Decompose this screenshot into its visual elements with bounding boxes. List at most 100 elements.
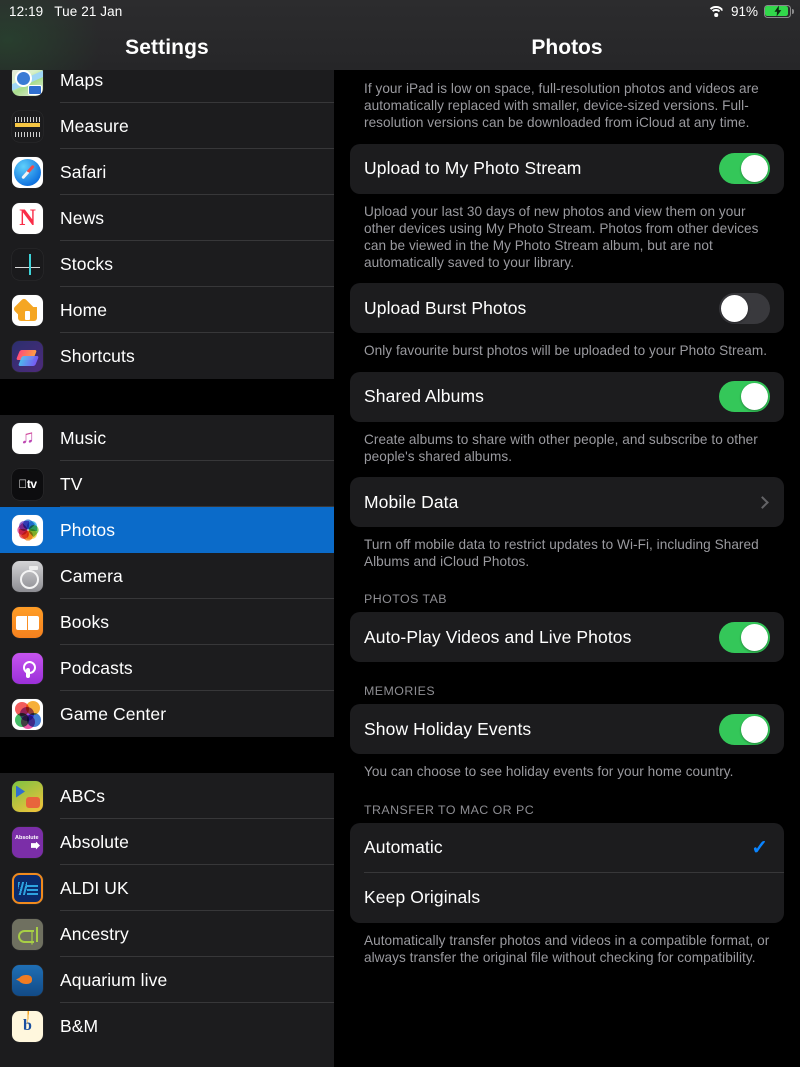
chevron-right-icon bbox=[756, 495, 769, 509]
upload-photo-stream-toggle[interactable] bbox=[719, 153, 770, 185]
mobile-data-card: Mobile Data bbox=[350, 477, 784, 528]
sidebar-group: Maps Measure Safari News Stocks Home Shortcuts bbox=[0, 57, 334, 379]
sidebar-item-safari[interactable]: Safari bbox=[0, 149, 334, 195]
aldi-uk-app-icon bbox=[12, 872, 43, 904]
shared-albums-card: Shared Albums bbox=[350, 371, 784, 422]
shared-albums-toggle[interactable] bbox=[719, 381, 770, 413]
show-holiday-events-row[interactable]: Show Holiday Events bbox=[350, 704, 784, 754]
sidebar-item-label: Books bbox=[60, 611, 110, 632]
shared-albums-row[interactable]: Shared Albums bbox=[350, 372, 784, 422]
photo-stream-footer: Upload your last 30 days of new photos a… bbox=[364, 203, 759, 271]
sidebar-item-books[interactable]: Books bbox=[0, 599, 334, 645]
upload-burst-photos-toggle[interactable] bbox=[719, 292, 770, 324]
sidebar-item-label: B&M bbox=[60, 1015, 99, 1036]
sidebar-group-gap bbox=[0, 737, 334, 773]
icloud-photos-footer: If your iPad is low on space, full-resol… bbox=[364, 81, 759, 131]
safari-app-icon bbox=[12, 156, 43, 188]
transfer-card: Automatic ✓ Keep Originals bbox=[350, 822, 784, 923]
toggle-knob bbox=[721, 294, 748, 322]
upload-photo-stream-row[interactable]: Upload to My Photo Stream bbox=[350, 144, 784, 194]
sidebar-item-aldi-uk[interactable]: ALDI UK bbox=[0, 865, 334, 911]
absolute-radio-app-icon bbox=[12, 826, 43, 858]
memories-footer: You can choose to see holiday events for… bbox=[364, 764, 734, 780]
upload-burst-photos-row[interactable]: Upload Burst Photos bbox=[350, 283, 784, 333]
stocks-app-icon bbox=[12, 248, 43, 280]
sidebar-item-game-center[interactable]: Game Center bbox=[0, 691, 334, 737]
sidebar-item-label: Ancestry bbox=[60, 923, 129, 944]
sidebar-item-podcasts[interactable]: Podcasts bbox=[0, 645, 334, 691]
sidebar-item-tv[interactable]: TV bbox=[0, 461, 334, 507]
shared-albums-label: Shared Albums bbox=[364, 386, 484, 407]
tv-app-icon bbox=[12, 468, 43, 500]
game-center-app-icon bbox=[12, 698, 43, 730]
sidebar-item-label: Safari bbox=[60, 161, 107, 182]
mobile-data-row[interactable]: Mobile Data bbox=[350, 477, 784, 527]
row-separator bbox=[60, 378, 334, 379]
transfer-footer: Automatically transfer photos and videos… bbox=[364, 932, 770, 965]
sidebar-title: Settings bbox=[125, 36, 209, 59]
music-app-icon bbox=[12, 422, 43, 454]
page-title: Photos bbox=[531, 36, 603, 59]
burst-photos-footer: Only favourite burst photos will be uplo… bbox=[364, 343, 768, 359]
sidebar-item-stocks[interactable]: Stocks bbox=[0, 241, 334, 287]
sidebar-item-camera[interactable]: Camera bbox=[0, 553, 334, 599]
row-separator bbox=[60, 1048, 334, 1049]
toggle-knob bbox=[741, 715, 768, 743]
sidebar-item-music[interactable]: Music bbox=[0, 415, 334, 461]
sidebar-item-photos[interactable]: Photos bbox=[0, 507, 334, 553]
sidebar-group: Music TV Photos Camera Books Podcasts Game Cen… bbox=[0, 415, 334, 737]
settings-sidebar: Settings Maps Measure Safari News Stocks Home… bbox=[0, 0, 334, 1067]
bm-app-icon bbox=[12, 1010, 43, 1042]
show-holiday-events-label: Show Holiday Events bbox=[364, 718, 532, 739]
sidebar-item-label: Game Center bbox=[60, 703, 167, 724]
auto-play-row[interactable]: Auto-Play Videos and Live Photos bbox=[350, 612, 784, 662]
transfer-option-keep-originals[interactable]: Keep Originals bbox=[350, 873, 784, 923]
sidebar-item-abcs[interactable]: ABCs bbox=[0, 773, 334, 819]
sidebar-group: ABCs Absolute ALDI UK Ancestry Aquarium live… bbox=[0, 773, 334, 1049]
sidebar-item-b-m[interactable]: B&M bbox=[0, 1003, 334, 1049]
ipad-settings-screen: Settings Maps Measure Safari News Stocks Home… bbox=[0, 0, 800, 1067]
sidebar-item-label: Photos bbox=[60, 519, 116, 540]
sidebar-item-label: Shortcuts bbox=[60, 345, 135, 366]
sidebar-header: Settings bbox=[0, 0, 334, 70]
sidebar-item-label: Stocks bbox=[60, 253, 114, 274]
transfer-option-automatic[interactable]: Automatic ✓ bbox=[350, 823, 784, 873]
row-separator bbox=[60, 736, 334, 737]
auto-play-toggle[interactable] bbox=[719, 621, 770, 653]
shortcuts-app-icon bbox=[12, 340, 43, 372]
sidebar-item-news[interactable]: News bbox=[0, 195, 334, 241]
detail-scroll-area[interactable]: If your iPad is low on space, full-resol… bbox=[334, 70, 800, 1067]
sidebar-item-label: Home bbox=[60, 299, 108, 320]
sidebar-item-absolute[interactable]: Absolute bbox=[0, 819, 334, 865]
auto-play-label: Auto-Play Videos and Live Photos bbox=[364, 626, 632, 647]
sidebar-item-label: Measure bbox=[60, 115, 129, 136]
sidebar-item-label: News bbox=[60, 207, 105, 228]
sidebar-scroll-area[interactable]: Maps Measure Safari News Stocks Home Shortcuts… bbox=[0, 57, 334, 1067]
ancestry-app-icon bbox=[12, 918, 43, 950]
sidebar-item-label: Maps bbox=[60, 69, 104, 90]
sidebar-item-aquarium-live[interactable]: Aquarium live bbox=[0, 957, 334, 1003]
shared-albums-footer: Create albums to share with other people… bbox=[364, 431, 758, 464]
podcasts-app-icon bbox=[12, 652, 43, 684]
sidebar-item-shortcuts[interactable]: Shortcuts bbox=[0, 333, 334, 379]
mobile-data-footer: Turn off mobile data to restrict updates… bbox=[364, 537, 759, 570]
aquarium-live-app-icon bbox=[12, 964, 43, 996]
mobile-data-label: Mobile Data bbox=[364, 491, 459, 512]
photos-tab-section-header: PHOTOS TAB bbox=[364, 592, 447, 607]
sidebar-item-measure[interactable]: Measure bbox=[0, 103, 334, 149]
sidebar-item-ancestry[interactable]: Ancestry bbox=[0, 911, 334, 957]
photos-settings-pane: Photos If your iPad is low on space, ful… bbox=[334, 0, 800, 1067]
measure-app-icon bbox=[12, 110, 43, 142]
sidebar-item-label: Camera bbox=[60, 565, 123, 586]
transfer-section-header: TRANSFER TO MAC OR PC bbox=[364, 802, 535, 817]
camera-app-icon bbox=[12, 560, 43, 592]
photo-stream-card: Upload to My Photo Stream bbox=[350, 143, 784, 194]
upload-burst-photos-label: Upload Burst Photos bbox=[364, 297, 527, 318]
photos-tab-card: Auto-Play Videos and Live Photos bbox=[350, 612, 784, 663]
burst-photos-card: Upload Burst Photos bbox=[350, 283, 784, 334]
show-holiday-events-toggle[interactable] bbox=[719, 713, 770, 745]
transfer-option-label: Keep Originals bbox=[364, 887, 481, 908]
memories-card: Show Holiday Events bbox=[350, 704, 784, 755]
sidebar-item-home[interactable]: Home bbox=[0, 287, 334, 333]
sidebar-item-label: TV bbox=[60, 473, 83, 494]
